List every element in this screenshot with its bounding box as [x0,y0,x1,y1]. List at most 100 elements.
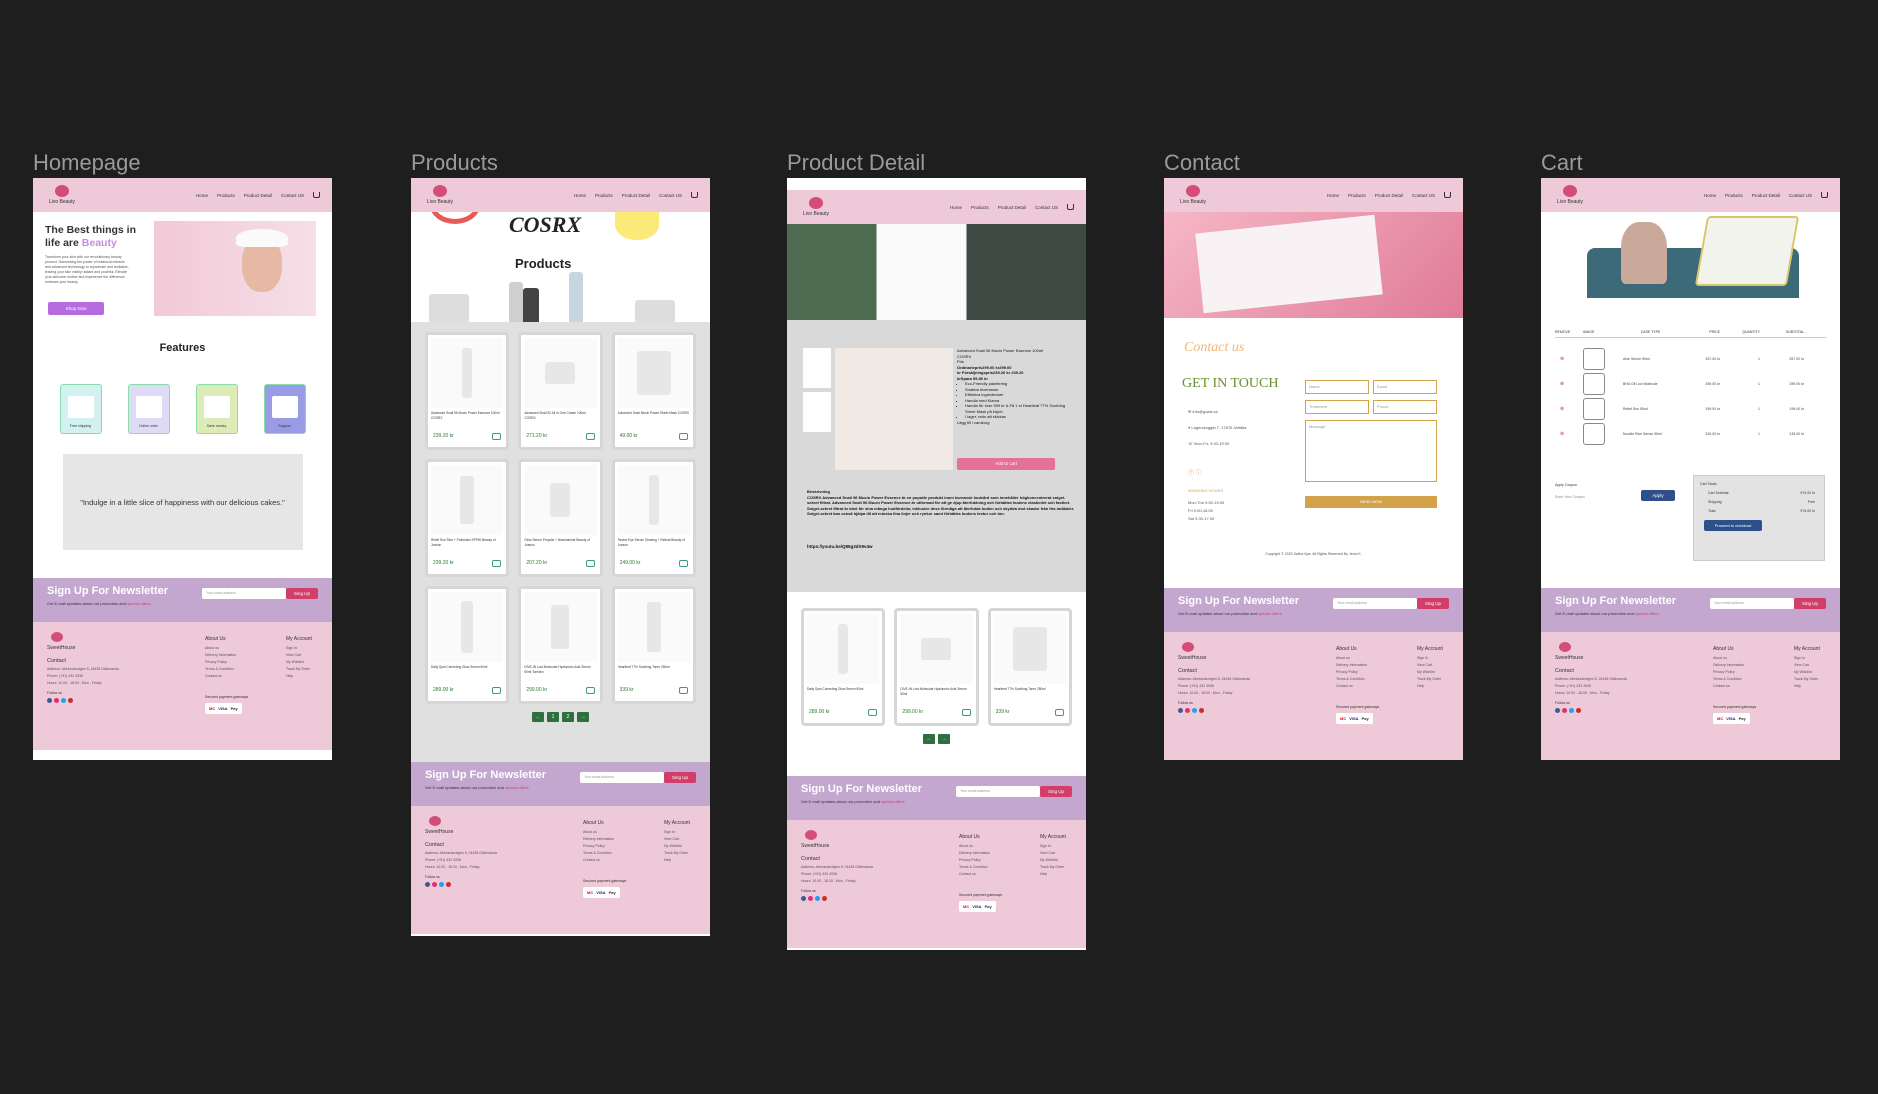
footer-link[interactable]: About us [1336,655,1367,662]
footer-link[interactable]: About us [1713,655,1744,662]
footer-link[interactable]: My Wishlist [1794,669,1820,676]
footer-link[interactable]: Delivery Information [583,836,614,843]
thumbnail[interactable] [803,348,831,388]
nav-product-detail[interactable]: Product Detail [244,193,272,198]
facebook-icon[interactable] [1178,708,1183,713]
logo[interactable]: Livo Beauty [799,197,833,217]
nav-contact[interactable]: Contact US [659,193,682,198]
add-to-cart-icon[interactable] [585,687,595,694]
footer-link[interactable]: My Wishlist [1040,857,1066,864]
apply-coupon-button[interactable]: Apply [1641,490,1675,501]
cart-item-qty[interactable]: 1 [1720,407,1760,411]
youtube-icon[interactable] [1199,708,1204,713]
newsletter-email-input[interactable]: Your email address [1333,598,1417,609]
logo[interactable]: Livo Beauty [1176,185,1210,205]
footer-link[interactable]: Terms & Condition [583,850,614,857]
page-1-button[interactable]: 1 [547,712,559,722]
logo[interactable]: Livo Beauty [45,185,79,205]
footer-link[interactable]: Contact us [583,857,614,864]
product-card[interactable]: Relief Sun Rice + Probiotics SPF50 Beaut… [425,459,510,577]
add-to-cart-icon[interactable] [492,560,502,567]
name-field[interactable]: Name [1305,380,1369,394]
footer-link[interactable]: View Cart [286,652,312,659]
nav-contact[interactable]: Contact US [1412,193,1435,198]
cart-icon[interactable] [1067,204,1074,210]
newsletter-signup-button[interactable]: Sing Up [1794,598,1826,609]
product-card[interactable]: Advanced Snail 96 Mucin Power Essence 10… [425,332,510,450]
nav-product-detail[interactable]: Product Detail [1375,193,1403,198]
nav-contact[interactable]: Contact US [1789,193,1812,198]
product-card[interactable]: Glow Serum Propolis + Niacinamide Beauty… [518,459,603,577]
remove-icon[interactable]: ⊗ [1555,406,1583,412]
instagram-icon[interactable] [432,882,437,887]
facebook-icon[interactable] [801,896,806,901]
product-card[interactable]: DIVE-IN Low Molecular Hyaluronic Acid Se… [894,608,979,726]
footer-link[interactable]: Privacy Policy [1713,669,1744,676]
add-to-cart-icon[interactable] [585,560,595,567]
remove-icon[interactable]: ⊗ [1555,356,1583,362]
footer-link[interactable]: Track My Order [1040,864,1066,871]
nav-contact[interactable]: Contact US [1035,205,1058,210]
twitter-icon[interactable] [439,882,444,887]
footer-link[interactable]: View Cart [664,836,690,843]
next-page-button[interactable]: → [577,712,589,722]
newsletter-email-input[interactable]: Your email address [580,772,664,783]
logo[interactable]: Livo Beauty [1553,185,1587,205]
nav-products[interactable]: Products [1725,193,1743,198]
shop-now-button[interactable]: Shop Now [48,302,104,315]
footer-link[interactable]: Privacy Policy [1336,669,1367,676]
footer-link[interactable]: Contact us [959,871,990,878]
footer-link[interactable]: About us [205,645,236,652]
newsletter-signup-button[interactable]: Sing Up [286,588,318,599]
footer-link[interactable]: Sign In [286,645,312,652]
product-card[interactable]: Advanced Snail Mucin Power Sheet Mask CO… [611,332,696,450]
add-to-cart-icon[interactable] [1055,709,1064,716]
footer-link[interactable]: About us [959,843,990,850]
footer-link[interactable]: Sign In [1794,655,1820,662]
footer-link[interactable]: Contact us [1713,683,1744,690]
cart-item-qty[interactable]: 1 [1720,432,1760,436]
footer-link[interactable]: Delivery Information [205,652,236,659]
youtube-icon[interactable] [1576,708,1581,713]
send-now-button[interactable]: SEND NOW [1305,496,1437,508]
footer-link[interactable]: Delivery Information [1713,662,1744,669]
footer-link[interactable]: Track My Order [1794,676,1820,683]
nav-home[interactable]: Home [196,193,208,198]
twitter-icon[interactable] [1192,708,1197,713]
add-to-cart-icon[interactable] [679,687,688,694]
footer-link[interactable]: Help [664,857,690,864]
footer-link[interactable]: Track My Order [286,666,312,673]
add-to-cart-icon[interactable] [868,709,878,716]
cart-item-qty[interactable]: 1 [1720,382,1760,386]
footer-link[interactable]: Privacy Policy [583,843,614,850]
facebook-icon[interactable] [1555,708,1560,713]
footer-link[interactable]: About us [583,829,614,836]
video-link[interactable]: https://youtu.be/Q85g3dX9v4w [807,544,873,549]
footer-link[interactable]: Privacy Policy [205,659,236,666]
instagram-icon[interactable] [1185,708,1190,713]
message-field[interactable]: Message [1305,420,1437,482]
nav-products[interactable]: Products [217,193,235,198]
twitter-icon[interactable] [815,896,820,901]
youtube-icon[interactable] [446,882,451,887]
product-card[interactable]: DIVE-IN Low Molecular Hyaluronic Acid Se… [518,586,603,704]
cart-icon[interactable] [313,192,320,198]
add-to-cart-button[interactable]: Add to cart [957,458,1055,470]
checkout-button[interactable]: Proceed to checkout [1704,520,1762,531]
add-to-cart-icon[interactable] [492,687,502,694]
nav-product-detail[interactable]: Product Detail [998,205,1026,210]
footer-link[interactable]: Help [286,673,312,680]
facebook-icon[interactable] [425,882,430,887]
footer-link[interactable]: Terms & Condition [205,666,236,673]
prev-page-button[interactable]: ← [923,734,935,744]
youtube-icon[interactable] [822,896,827,901]
newsletter-email-input[interactable]: Your email address [1710,598,1794,609]
social-icons[interactable]: ⓕ ⓘ [1188,468,1202,477]
footer-link[interactable]: Terms & Condition [959,864,990,871]
newsletter-signup-button[interactable]: Sing Up [664,772,696,783]
newsletter-email-input[interactable]: Your email address [202,588,286,599]
add-to-cart-icon[interactable] [679,433,688,440]
footer-link[interactable]: Sign In [1417,655,1443,662]
instagram-icon[interactable] [1562,708,1567,713]
twitter-icon[interactable] [61,698,66,703]
